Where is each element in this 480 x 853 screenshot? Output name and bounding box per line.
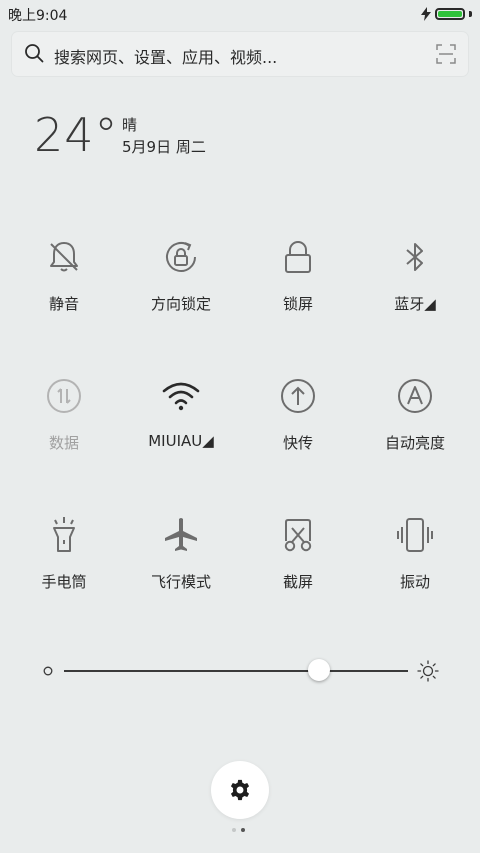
toggle-label: 截屏 <box>282 573 313 591</box>
toggle-label: 蓝牙◢ <box>394 295 436 313</box>
mobile-data-icon <box>47 379 81 413</box>
flashlight-icon <box>53 517 75 552</box>
brightness-high-icon <box>417 660 439 682</box>
toggle-quick-transfer[interactable]: 快传 <box>243 376 353 476</box>
toggle-label: 自动亮度 <box>384 434 445 452</box>
scan-icon[interactable] <box>436 44 456 64</box>
status-time: 晚上9:04 <box>8 8 68 24</box>
search-bar[interactable]: 搜索网页、设置、应用、视频... <box>12 32 468 76</box>
toggle-label: 振动 <box>399 573 430 591</box>
search-icon <box>25 44 44 63</box>
toggle-label: 快传 <box>282 434 313 452</box>
battery-tip <box>469 11 472 17</box>
page-dot <box>232 828 236 832</box>
toggle-auto-brightness[interactable]: 自动亮度 <box>360 376 470 476</box>
weather-date: 5月9日 周二 <box>122 138 206 156</box>
airplane-icon <box>165 518 197 551</box>
bluetooth-icon <box>406 243 423 271</box>
brightness-thumb[interactable] <box>307 659 330 681</box>
toggle-label: 静音 <box>48 295 79 313</box>
status-icons <box>421 6 472 22</box>
toggle-mute[interactable]: 静音 <box>9 237 119 337</box>
toggle-airplane-mode[interactable]: 飞行模式 <box>126 515 236 615</box>
charging-bolt-icon <box>421 7 431 21</box>
toggle-rotation-lock[interactable]: 方向锁定 <box>126 237 236 337</box>
screenshot-icon <box>284 519 312 552</box>
toggle-screenshot[interactable]: 截屏 <box>243 515 353 615</box>
status-bar: 晚上9:04 <box>0 0 480 28</box>
toggle-vibrate[interactable]: 振动 <box>360 515 470 615</box>
bell-off-icon <box>50 242 78 272</box>
toggle-wifi[interactable]: MIUIAU◢ <box>126 376 236 476</box>
toggle-label: 手电筒 <box>41 573 87 591</box>
toggle-bluetooth[interactable]: 蓝牙◢ <box>360 237 470 337</box>
toggle-flashlight[interactable]: 手电筒 <box>9 515 119 615</box>
search-input[interactable]: 搜索网页、设置、应用、视频... <box>54 44 277 68</box>
settings-button[interactable] <box>211 761 269 819</box>
battery-icon <box>435 8 465 20</box>
toggle-label: 飞行模式 <box>150 573 211 591</box>
brightness-track[interactable] <box>64 670 408 672</box>
temperature: 24° <box>34 108 119 162</box>
brightness-low-icon <box>43 666 53 676</box>
toggle-mobile-data[interactable]: 数据 <box>9 376 119 476</box>
vibrate-icon <box>397 518 433 552</box>
brightness-slider[interactable] <box>40 655 440 687</box>
auto-brightness-icon <box>398 379 432 413</box>
weather-condition: 晴 <box>122 116 138 134</box>
page-indicator <box>232 828 245 832</box>
toggle-label: 数据 <box>48 434 79 452</box>
toggle-label: 方向锁定 <box>150 295 211 313</box>
toggle-label: 锁屏 <box>282 295 313 313</box>
rotation-lock-icon <box>166 242 196 272</box>
toggle-lock-screen[interactable]: 锁屏 <box>243 237 353 337</box>
page-dot-active <box>241 828 245 832</box>
lock-icon <box>285 241 311 273</box>
toggle-label: MIUIAU◢ <box>148 432 214 450</box>
gear-icon <box>230 779 250 801</box>
wifi-icon <box>162 382 200 411</box>
quick-transfer-icon <box>281 379 315 413</box>
battery-fill <box>438 11 462 17</box>
